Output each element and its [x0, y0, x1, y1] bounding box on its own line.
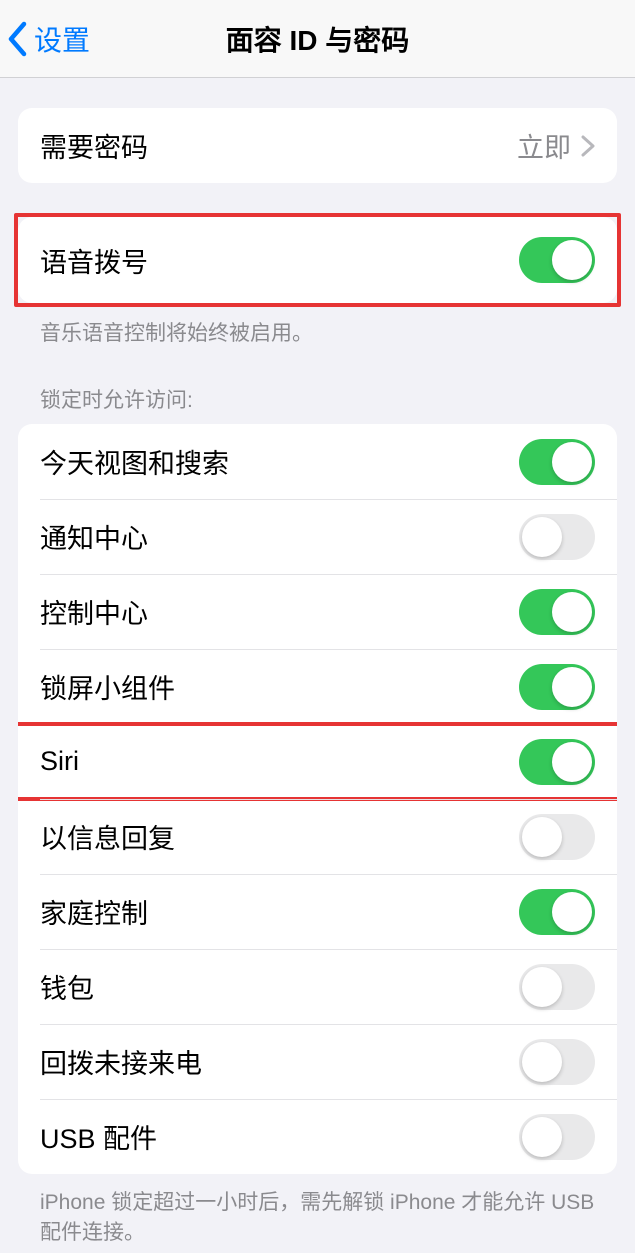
lock-item-label: 锁屏小组件 — [40, 667, 175, 706]
voice-dial-highlight: 语音拨号 — [14, 213, 621, 307]
chevron-left-icon — [6, 21, 28, 57]
lock-item-toggle[interactable] — [519, 589, 595, 635]
require-passcode-group: 需要密码 立即 — [18, 108, 617, 183]
back-label: 设置 — [34, 19, 90, 59]
voice-dial-toggle[interactable] — [519, 237, 595, 283]
lock-item-toggle[interactable] — [519, 1039, 595, 1085]
lock-item-toggle[interactable] — [519, 1114, 595, 1160]
lock-item-toggle[interactable] — [519, 664, 595, 710]
voice-dial-group: 语音拨号 — [18, 217, 617, 303]
lock-item-row[interactable]: USB 配件 — [18, 1099, 617, 1174]
lock-item-row[interactable]: 锁屏小组件 — [18, 649, 617, 724]
lock-item-row[interactable]: 通知中心 — [18, 499, 617, 574]
lock-access-group: 今天视图和搜索通知中心控制中心锁屏小组件 Siri 以信息回复家庭控制钱包回拨未接来… — [18, 424, 617, 1174]
lock-item-row[interactable]: 家庭控制 — [18, 874, 617, 949]
lock-item-row[interactable]: 回拨未接来电 — [18, 1024, 617, 1099]
lock-item-toggle[interactable] — [519, 964, 595, 1010]
lock-item-row[interactable]: Siri — [18, 724, 617, 799]
lock-access-footer: iPhone 锁定超过一小时后，需先解锁 iPhone 才能允许 USB 配件连… — [18, 1174, 617, 1247]
lock-item-row[interactable]: 钱包 — [18, 949, 617, 1024]
lock-item-toggle[interactable] — [519, 439, 595, 485]
lock-item-label: 通知中心 — [40, 517, 148, 556]
chevron-right-icon — [581, 135, 595, 157]
lock-item-label: USB 配件 — [40, 1117, 157, 1156]
lock-item-toggle[interactable] — [519, 889, 595, 935]
lock-item-label: Siri — [40, 746, 79, 777]
lock-item-label: 以信息回复 — [40, 817, 175, 856]
lock-item-toggle[interactable] — [519, 814, 595, 860]
page-title: 面容 ID 与密码 — [226, 19, 410, 59]
lock-item-row[interactable]: 控制中心 — [18, 574, 617, 649]
lock-item-label: 回拨未接来电 — [40, 1042, 202, 1081]
lock-item-row[interactable]: 今天视图和搜索 — [18, 424, 617, 499]
lock-item-row[interactable]: 以信息回复 — [18, 799, 617, 874]
lock-item-label: 家庭控制 — [40, 892, 148, 931]
require-passcode-value: 立即 — [517, 126, 571, 165]
lock-item-label: 控制中心 — [40, 592, 148, 631]
voice-dial-row[interactable]: 语音拨号 — [18, 217, 617, 303]
require-passcode-label: 需要密码 — [40, 126, 148, 165]
navigation-bar: 设置 面容 ID 与密码 — [0, 0, 635, 78]
lock-item-label: 钱包 — [40, 967, 94, 1006]
voice-dial-label: 语音拨号 — [40, 241, 148, 280]
lock-item-label: 今天视图和搜索 — [40, 442, 229, 481]
lock-access-header: 锁定时允许访问: — [18, 348, 617, 424]
require-passcode-row[interactable]: 需要密码 立即 — [18, 108, 617, 183]
lock-item-toggle[interactable] — [519, 739, 595, 785]
lock-item-toggle[interactable] — [519, 514, 595, 560]
back-button[interactable]: 设置 — [0, 19, 90, 59]
voice-dial-footer: 音乐语音控制将始终被启用。 — [18, 307, 617, 348]
